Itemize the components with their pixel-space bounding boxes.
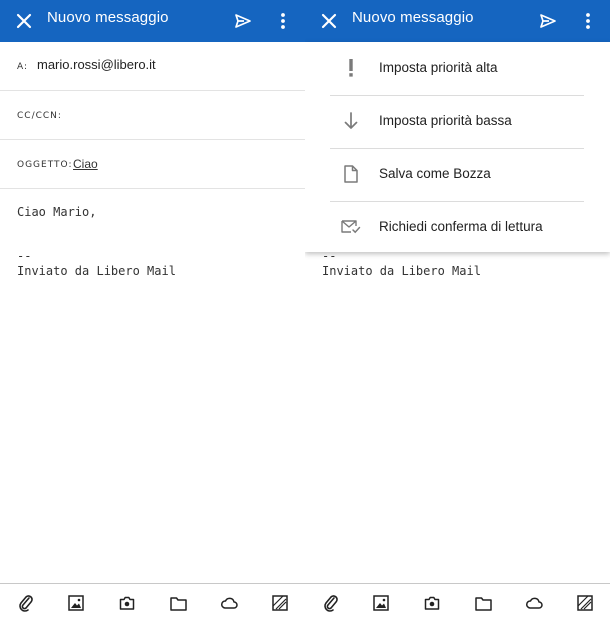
- camera-icon[interactable]: [422, 593, 442, 613]
- menu-item-label: Imposta priorità alta: [379, 60, 498, 75]
- cc-field[interactable]: CC/CCN:: [0, 91, 305, 140]
- subject-value[interactable]: Ciao: [73, 157, 98, 171]
- cc-label: CC/CCN:: [17, 111, 62, 121]
- document-icon: [340, 163, 362, 185]
- paperclip-icon[interactable]: [16, 593, 36, 613]
- subject-field[interactable]: OGGETTO: Ciao: [0, 140, 305, 189]
- app-bar: Nuovo messaggio: [305, 0, 610, 42]
- exclamation-icon: [340, 57, 362, 79]
- to-value[interactable]: mario.rossi@libero.it: [37, 57, 156, 72]
- image-icon[interactable]: [371, 593, 391, 613]
- close-icon[interactable]: [314, 6, 344, 36]
- menu-item-label: Imposta priorità bassa: [379, 113, 512, 128]
- send-icon[interactable]: [533, 6, 563, 36]
- send-icon[interactable]: [228, 6, 258, 36]
- cloud-icon[interactable]: [524, 593, 544, 613]
- signature: Inviato da Libero Mail: [17, 264, 176, 278]
- menu-item-high-priority[interactable]: Imposta priorità alta: [330, 42, 584, 96]
- menu-item-read-receipt[interactable]: Richiedi conferma di lettura: [330, 201, 584, 254]
- menu-item-low-priority[interactable]: Imposta priorità bassa: [330, 95, 584, 149]
- sketch-icon[interactable]: [575, 593, 595, 613]
- attachment-toolbar: [305, 583, 610, 619]
- to-label: A:: [17, 62, 29, 72]
- menu-item-label: Richiedi conferma di lettura: [379, 219, 543, 234]
- cloud-icon[interactable]: [219, 593, 239, 613]
- menu-item-save-draft[interactable]: Salva come Bozza: [330, 148, 584, 202]
- compose-screen: Nuovo messaggio A: mario.rossi@libero.it…: [0, 0, 305, 619]
- arrow-down-icon: [340, 110, 362, 132]
- to-field[interactable]: A: mario.rossi@libero.it: [0, 42, 305, 91]
- more-options-icon[interactable]: [268, 6, 298, 36]
- camera-icon[interactable]: [117, 593, 137, 613]
- sketch-icon[interactable]: [270, 593, 290, 613]
- compose-screen-menu-open: Nuovo messaggio -- Inviato da Libero Mai…: [305, 0, 610, 619]
- close-icon[interactable]: [9, 6, 39, 36]
- envelope-check-icon: [340, 216, 362, 238]
- image-icon[interactable]: [66, 593, 86, 613]
- message-greeting[interactable]: Ciao Mario,: [17, 205, 96, 219]
- folder-icon[interactable]: [168, 593, 188, 613]
- subject-label: OGGETTO:: [17, 160, 73, 170]
- page-title: Nuovo messaggio: [47, 9, 169, 26]
- app-bar: Nuovo messaggio: [0, 0, 305, 42]
- paperclip-icon[interactable]: [321, 593, 341, 613]
- folder-icon[interactable]: [473, 593, 493, 613]
- page-title: Nuovo messaggio: [352, 9, 474, 26]
- signature-separator: --: [17, 249, 32, 263]
- signature: Inviato da Libero Mail: [322, 264, 481, 278]
- menu-item-label: Salva come Bozza: [379, 166, 491, 181]
- more-options-icon[interactable]: [573, 6, 603, 36]
- attachment-toolbar: [0, 583, 305, 619]
- overflow-menu: Imposta priorità alta Imposta priorità b…: [305, 42, 610, 252]
